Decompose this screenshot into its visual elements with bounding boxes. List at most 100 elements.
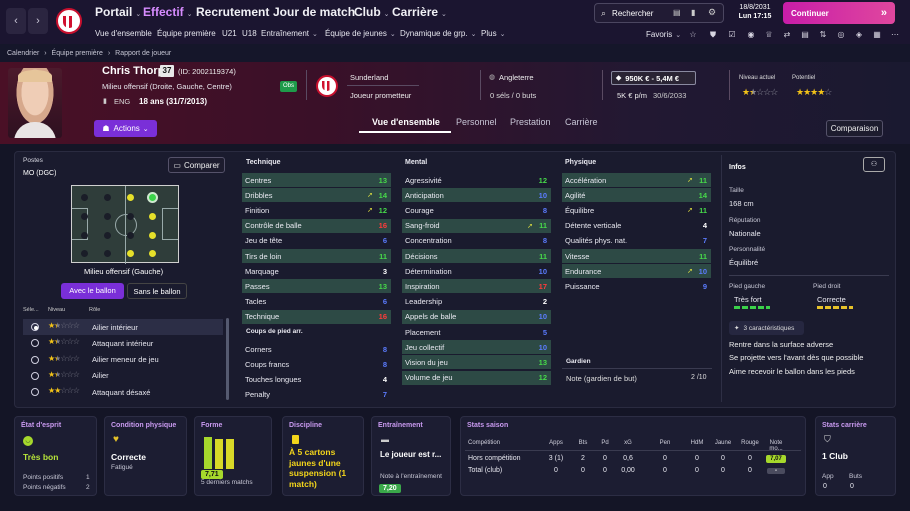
attribute-row[interactable]: Équilibre ➚ 11: [562, 203, 711, 217]
season-col-header[interactable]: xG: [616, 440, 640, 446]
actions-button[interactable]: ☗ Actions ⌄: [94, 120, 157, 137]
attribute-row[interactable]: Vision du jeu 13: [402, 355, 551, 370]
compare-button[interactable]: ▭ Comparer: [168, 157, 225, 173]
attribute-row[interactable]: Corners 8: [242, 342, 391, 356]
attribute-row[interactable]: Tacles 6: [242, 295, 391, 309]
attribute-row[interactable]: Volume de jeu 12: [402, 370, 551, 385]
crest-icon[interactable]: ◉: [746, 30, 756, 40]
attribute-row[interactable]: Dribbles ➚ 14: [242, 188, 391, 203]
attribute-row[interactable]: Inspiration 17: [402, 279, 551, 294]
report-icon[interactable]: ▤: [800, 30, 810, 40]
attribute-row[interactable]: Finition ➚ 12: [242, 203, 391, 217]
breadcrumb-calendrier[interactable]: Calendrier: [7, 50, 39, 57]
role-radio[interactable]: [31, 388, 39, 397]
subnav-u21[interactable]: U21: [222, 29, 237, 38]
comparison-button[interactable]: Comparaison: [826, 120, 883, 137]
chart-icon[interactable]: ▦: [872, 30, 882, 40]
attribute-row[interactable]: Accélération ➚ 11: [562, 173, 711, 187]
attribute-row[interactable]: Technique 16: [242, 309, 391, 324]
discipline-card[interactable]: Discipline À 5 cartons jaunes d'une susp…: [282, 416, 364, 496]
attribute-row[interactable]: Jeu de tête 6: [242, 234, 391, 248]
nav-portail[interactable]: Portail ⌄: [95, 5, 141, 19]
condition-card[interactable]: Condition physique ♥ Correcte Fatigué: [104, 416, 187, 496]
search-button[interactable]: ⌕ Rechercher ▤ ▮ ⚙: [594, 3, 724, 23]
attribute-row[interactable]: Agilité 14: [562, 188, 711, 203]
star-icon[interactable]: ☆: [688, 30, 698, 40]
mood-card[interactable]: État d'esprit ◡ Très bon Points positifs…: [14, 416, 97, 496]
subnav-entrainement[interactable]: Entraînement ⌄: [261, 29, 318, 38]
season-col-header[interactable]: Pen: [653, 440, 677, 446]
attribute-row[interactable]: Agressivité 12: [402, 173, 551, 187]
role-row[interactable]: ★★☆☆☆ Ailier: [23, 368, 223, 384]
attribute-row[interactable]: Marquage 3: [242, 264, 391, 278]
attribute-row[interactable]: Détermination 10: [402, 264, 551, 278]
tab-personnel[interactable]: Personnel: [456, 117, 497, 127]
back-button[interactable]: ‹: [6, 8, 26, 34]
attribute-row[interactable]: Tirs de loin 11: [242, 249, 391, 263]
transfer-icon[interactable]: ⇅: [818, 30, 828, 40]
comparison-icon[interactable]: ⇄: [782, 30, 792, 40]
favorites-menu[interactable]: Favoris ⌄: [646, 30, 681, 39]
attribute-row[interactable]: Contrôle de balle 16: [242, 218, 391, 233]
col-level-header[interactable]: Niveau: [48, 307, 65, 313]
nav-effectif[interactable]: Effectif ⌄: [143, 5, 193, 19]
career-stats-card[interactable]: Stats carrière ⛉ 1 Club App 0 Buts 0: [815, 416, 896, 496]
checklist-icon[interactable]: ☑: [727, 30, 737, 40]
attribute-row[interactable]: Détente verticale 4: [562, 219, 711, 233]
player-nation[interactable]: Angleterre: [499, 73, 534, 82]
role-radio[interactable]: [31, 323, 39, 331]
subnav-plus[interactable]: Plus ⌄: [481, 29, 505, 38]
subnav-u18[interactable]: U18: [242, 29, 257, 38]
season-col-header[interactable]: Jaune: [711, 440, 735, 446]
attribute-row[interactable]: Passes 13: [242, 279, 391, 294]
attribute-row[interactable]: Coups francs 8: [242, 357, 391, 371]
obs-badge[interactable]: Obs: [280, 81, 297, 92]
club-crest-icon[interactable]: [316, 75, 338, 97]
col-role-header[interactable]: Rôle: [89, 307, 100, 313]
gear-icon[interactable]: ⚙: [708, 7, 716, 18]
person-info-button[interactable]: ⚇: [863, 157, 885, 172]
season-col-header[interactable]: HdM: [685, 440, 709, 446]
breadcrumb-equipe-premiere[interactable]: Équipe première: [52, 50, 103, 57]
role-radio[interactable]: [31, 371, 39, 380]
training-card[interactable]: Entraînement ▬ Le joueur est r... Note à…: [371, 416, 451, 496]
attribute-row[interactable]: Leadership 2: [402, 295, 551, 309]
club-name[interactable]: Sunderland: [350, 73, 388, 82]
forward-button[interactable]: ›: [28, 8, 48, 34]
attribute-row[interactable]: Décisions 11: [402, 249, 551, 263]
season-col-header[interactable]: Compétition: [468, 440, 500, 446]
role-row[interactable]: ★★☆☆☆ Attaquant intérieur: [23, 335, 223, 351]
tab-prestation[interactable]: Prestation: [510, 117, 551, 127]
nav-club[interactable]: Club ⌄: [354, 5, 390, 19]
attribute-row[interactable]: Endurance ➚ 10: [562, 264, 711, 279]
more-icon[interactable]: ⋯: [890, 30, 900, 40]
shirt-icon[interactable]: ▮: [691, 8, 695, 17]
attribute-row[interactable]: Appels de balle 10: [402, 309, 551, 324]
col-select-header[interactable]: Séle...: [23, 307, 39, 313]
badge-icon[interactable]: ◈: [854, 30, 864, 40]
attribute-row[interactable]: Courage 8: [402, 203, 551, 217]
inbox-icon[interactable]: ▤: [673, 8, 681, 17]
toggle-without-ball[interactable]: Sans le ballon: [127, 283, 187, 299]
role-radio[interactable]: [31, 355, 39, 364]
scrollbar[interactable]: [226, 318, 229, 400]
toggle-with-ball[interactable]: Avec le ballon: [61, 283, 124, 299]
breadcrumb-rapport[interactable]: Rapport de joueur: [115, 50, 171, 57]
season-col-header[interactable]: Rouge: [738, 440, 762, 446]
eye-icon[interactable]: ◎: [836, 30, 846, 40]
trophy-icon[interactable]: ♕: [764, 30, 774, 40]
attribute-row[interactable]: Qualités phys. nat. 7: [562, 234, 711, 248]
form-card[interactable]: Forme 7,71 5 derniers matchs: [194, 416, 272, 496]
season-col-header[interactable]: Apps: [544, 440, 568, 446]
season-col-header[interactable]: Pd: [593, 440, 617, 446]
continue-button[interactable]: Continuer »: [783, 2, 895, 24]
traits-badge[interactable]: ✦ 3 caractéristiques: [729, 321, 804, 335]
attribute-row[interactable]: Puissance 9: [562, 279, 711, 293]
tab-vue-ensemble[interactable]: Vue d'ensemble: [372, 117, 440, 127]
attribute-row[interactable]: Penalty 7: [242, 388, 391, 402]
nav-carriere[interactable]: Carrière ⌄: [392, 5, 447, 19]
role-row[interactable]: ★★☆☆☆ Attaquant désaxé: [23, 384, 223, 400]
attribute-row[interactable]: Touches longues 4: [242, 372, 391, 386]
subnav-dynamique[interactable]: Dynamique de grp. ⌄: [400, 29, 476, 38]
attribute-row[interactable]: Sang-froid ➚ 11: [402, 218, 551, 233]
